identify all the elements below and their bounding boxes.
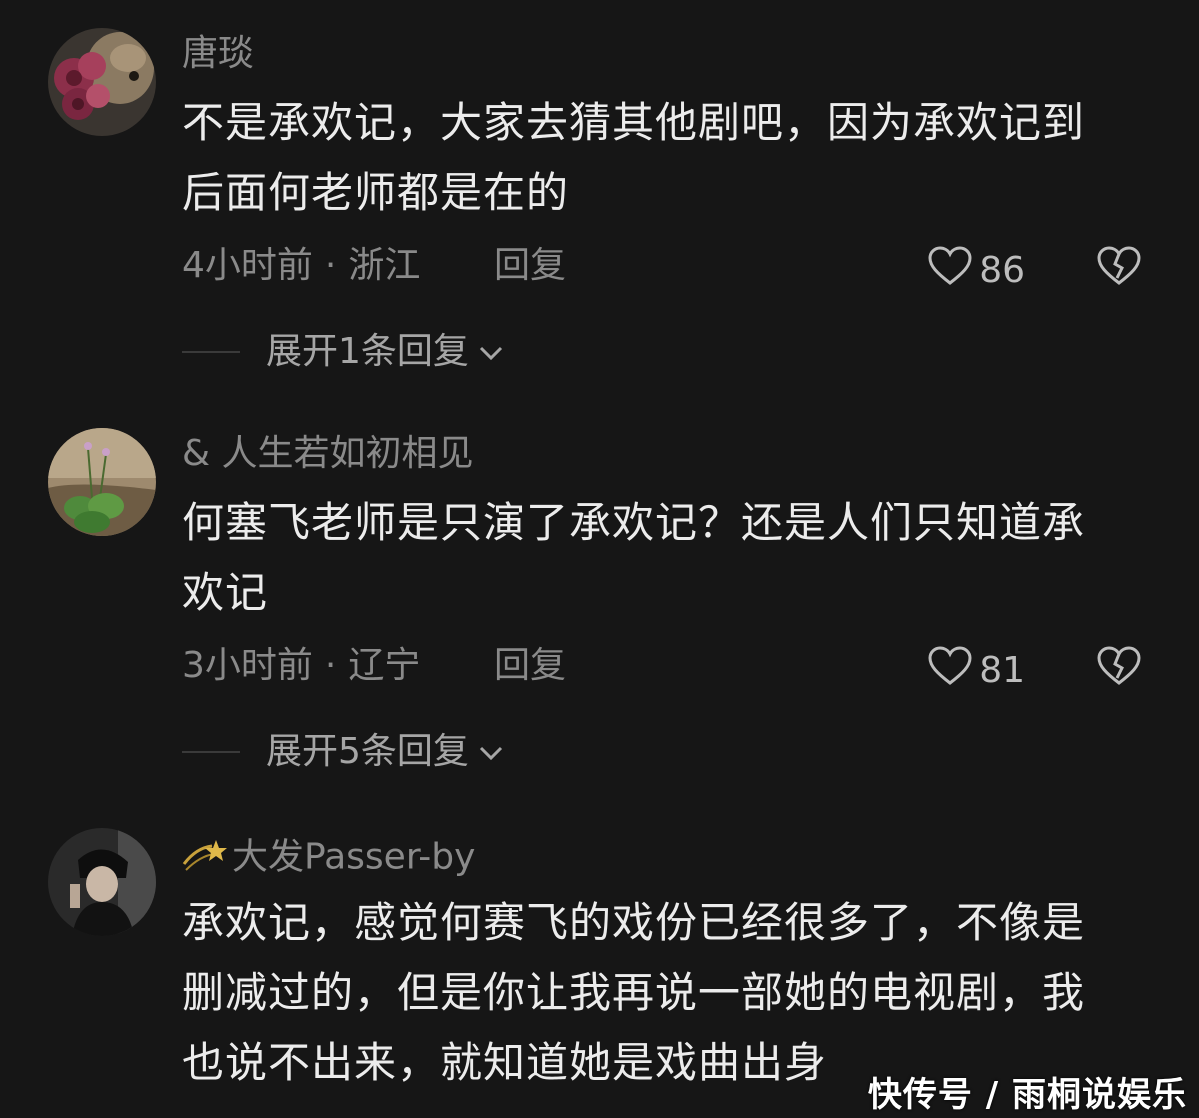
comment-text-line: 后面何老师都是在的	[182, 168, 570, 217]
avatar[interactable]	[48, 828, 156, 936]
chevron-down-icon	[477, 332, 505, 372]
timestamp: 3小时前	[182, 645, 313, 686]
timestamp: 4小时前	[182, 245, 313, 286]
location: 浙江	[348, 245, 421, 286]
expand-replies-button[interactable]: 展开1条回复	[182, 332, 505, 372]
like-button[interactable]: 81	[927, 646, 1025, 695]
divider	[182, 751, 240, 753]
watermark: 快传号 / 雨桐说娱乐	[867, 1075, 1187, 1115]
comment-text: 何塞飞老师是只演了承欢记？还是人们只知道承 欢记	[182, 488, 1142, 628]
comment-text-line: 不是承欢记，大家去猜其他剧吧，因为承欢记到	[182, 98, 1086, 147]
broken-heart-icon	[1096, 246, 1142, 290]
separator: ·	[324, 645, 337, 686]
comment-meta: 4小时前 · 浙江 回复	[182, 245, 566, 286]
broken-heart-icon	[1096, 646, 1142, 690]
username[interactable]: & 人生若如初相见	[182, 434, 474, 474]
heart-outline-icon	[927, 646, 973, 695]
comment-text-line: 欢记	[182, 568, 269, 617]
comment-text-line: 删减过的，但是你让我再说一部她的电视剧，我	[182, 968, 1086, 1017]
like-button[interactable]: 86	[927, 246, 1025, 295]
like-count: 86	[979, 249, 1025, 291]
location: 辽宁	[348, 645, 421, 686]
like-count: 81	[979, 649, 1025, 691]
heart-outline-icon	[927, 246, 973, 295]
username[interactable]: 大发Passer-by	[182, 834, 475, 883]
expand-replies-label: 展开5条回复	[266, 731, 469, 772]
shooting-star-icon	[182, 834, 228, 883]
avatar[interactable]	[48, 428, 156, 536]
comment-meta: 3小时前 · 辽宁 回复	[182, 645, 566, 686]
reply-button[interactable]: 回复	[494, 246, 566, 286]
separator: ·	[324, 245, 337, 286]
dislike-button[interactable]	[1096, 246, 1142, 290]
divider	[182, 351, 240, 353]
reply-button[interactable]: 回复	[494, 646, 566, 686]
expand-replies-button[interactable]: 展开5条回复	[182, 732, 505, 772]
username-text: 大发Passer-by	[232, 836, 476, 878]
chevron-down-icon	[477, 732, 505, 772]
avatar[interactable]	[48, 28, 156, 136]
comment-text-line: 承欢记，感觉何赛飞的戏份已经很多了，不像是	[182, 898, 1086, 947]
comment-text: 不是承欢记，大家去猜其他剧吧，因为承欢记到 后面何老师都是在的	[182, 88, 1142, 228]
username[interactable]: 唐琰	[182, 34, 254, 74]
comment-text-line: 何塞飞老师是只演了承欢记？还是人们只知道承	[182, 498, 1086, 547]
dislike-button[interactable]	[1096, 646, 1142, 690]
expand-replies-label: 展开1条回复	[266, 331, 469, 372]
